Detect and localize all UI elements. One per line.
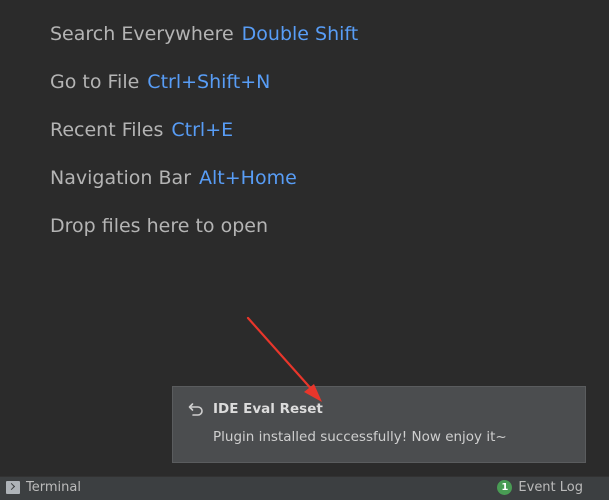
notification-balloon[interactable]: IDE Eval Reset Plugin installed successf… bbox=[172, 386, 586, 463]
hint-shortcut: Double Shift bbox=[241, 23, 359, 45]
hint-shortcut: Ctrl+E bbox=[171, 119, 234, 141]
hint-label: Recent Files bbox=[50, 119, 164, 141]
hint-recent-files: Recent Files Ctrl+E bbox=[50, 116, 358, 164]
hint-label: Go to File bbox=[50, 71, 140, 93]
hint-shortcut: Alt+Home bbox=[199, 167, 297, 189]
hint-navigation-bar: Navigation Bar Alt+Home bbox=[50, 164, 358, 212]
hint-drop-files: Drop files here to open bbox=[50, 212, 358, 260]
hint-go-to-file: Go to File Ctrl+Shift+N bbox=[50, 68, 358, 116]
hint-search-everywhere: Search Everywhere Double Shift bbox=[50, 20, 358, 68]
hint-shortcut: Ctrl+Shift+N bbox=[147, 71, 271, 93]
notification-message: Plugin installed successfully! Now enjoy… bbox=[213, 429, 507, 445]
hint-label: Drop files here to open bbox=[50, 215, 269, 237]
undo-icon bbox=[188, 403, 203, 416]
hint-label: Search Everywhere bbox=[50, 23, 234, 45]
event-count-badge: 1 bbox=[497, 480, 513, 495]
notification-title-row: IDE Eval Reset bbox=[187, 400, 323, 418]
terminal-icon bbox=[6, 481, 20, 494]
event-log-button[interactable]: 1 Event Log bbox=[497, 480, 583, 495]
hint-label: Navigation Bar bbox=[50, 167, 192, 189]
status-bar: Terminal 1 Event Log bbox=[0, 476, 609, 500]
notification-title: IDE Eval Reset bbox=[213, 401, 323, 417]
editor-hints: Search Everywhere Double Shift Go to File… bbox=[50, 20, 358, 260]
event-log-label: Event Log bbox=[518, 480, 583, 495]
terminal-label: Terminal bbox=[26, 480, 81, 495]
terminal-tool-button[interactable]: Terminal bbox=[6, 480, 81, 495]
